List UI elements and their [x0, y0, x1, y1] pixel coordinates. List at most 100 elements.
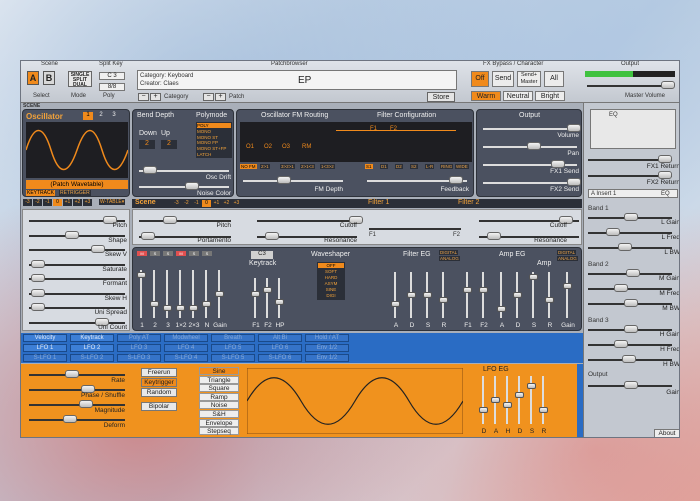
amp-eg-slider-4[interactable] — [563, 283, 572, 289]
filter1-resonance-slider[interactable] — [265, 232, 279, 240]
osc-param-slider-3[interactable] — [31, 259, 45, 268]
waveshaper-option-5[interactable]: DIGI — [318, 293, 344, 298]
output-fx2-slider[interactable] — [567, 178, 581, 186]
polymode-option-2[interactable]: MONO ST — [197, 135, 231, 140]
mod-source-row3-0[interactable]: S-LFO 1 — [23, 354, 67, 362]
lfo-shape-7[interactable]: Stepseq — [199, 427, 239, 436]
octave-0[interactable]: -3 — [172, 200, 181, 207]
mod-source-row2-2[interactable]: LFO 3 — [117, 344, 161, 352]
patch-prev-button[interactable]: − — [203, 93, 214, 101]
waveshaper-option-2[interactable]: HARD — [318, 275, 344, 280]
mod-source-row3-3[interactable]: S-LFO 4 — [164, 354, 208, 362]
osc-param-slider-6[interactable] — [31, 303, 45, 311]
mod-source-row2-4[interactable]: LFO 5 — [211, 344, 255, 352]
mixer-slider-6[interactable] — [215, 291, 224, 297]
fx1-return-slider[interactable] — [658, 155, 672, 163]
lfo-trigger-0[interactable]: Freerun — [141, 368, 177, 377]
mod-source-row3-6[interactable]: Env 1/2 — [305, 354, 349, 362]
scene-b-button[interactable]: B — [43, 71, 55, 85]
wavetable-selector[interactable]: (Patch Wavetable) — [26, 180, 128, 189]
lfo-shape-4[interactable]: Noise — [199, 401, 239, 410]
mod-source-row1-1[interactable]: Keytrack — [70, 334, 114, 342]
mod-source-row3-4[interactable]: S-LFO 5 — [211, 354, 255, 362]
mod-source-row2-0[interactable]: LFO 1 — [23, 344, 67, 352]
lfo-eg-slider-1[interactable] — [491, 397, 500, 403]
mod-source-row1-2[interactable]: Poly AT — [117, 334, 161, 342]
output-volume-slider[interactable] — [567, 124, 581, 132]
osc-drift-slider[interactable] — [143, 166, 157, 174]
mixer-mute-solo-0[interactable]: M — [137, 251, 147, 256]
mixer-slider-4[interactable] — [189, 305, 198, 311]
filter-config-option-1[interactable]: D1 — [380, 164, 388, 169]
fm-routing-option-3[interactable]: 2>1<3 — [300, 164, 315, 169]
wavetable-menu-button[interactable]: W-TABLE▾ — [99, 199, 126, 205]
mod-source-row2-5[interactable]: LFO 6 — [258, 344, 302, 352]
mixer-mute-solo-5[interactable]: S — [202, 251, 212, 256]
filter-eg-slider-4[interactable] — [463, 287, 472, 293]
mixer-slider-5[interactable] — [202, 301, 211, 307]
mixer-mute-solo-4[interactable]: S — [189, 251, 199, 256]
octave-1[interactable]: -2 — [182, 200, 191, 207]
patch-next-button[interactable]: + — [215, 93, 226, 101]
polymode-option-3[interactable]: MONO FP — [197, 140, 231, 145]
amp-eg-slider-1[interactable] — [513, 292, 522, 298]
keytrack-slider-1[interactable] — [263, 287, 272, 293]
polymode-option-5[interactable]: LATCH — [197, 152, 231, 157]
octave-1[interactable]: -2 — [33, 199, 42, 206]
mod-source-row2-1[interactable]: LFO 2 — [70, 344, 114, 352]
octave-2[interactable]: -1 — [43, 199, 52, 206]
amp-eg-slider-3[interactable] — [545, 297, 554, 303]
mod-source-row2-3[interactable]: LFO 4 — [164, 344, 208, 352]
about-button[interactable]: About — [654, 429, 679, 437]
character-warm-button[interactable]: Warm — [471, 91, 501, 101]
portamento-slider[interactable] — [141, 232, 155, 240]
lfo-eg-slider-4[interactable] — [527, 383, 536, 389]
keytrack-slider-0[interactable] — [251, 291, 260, 297]
octave-6[interactable]: +3 — [232, 200, 241, 207]
amp-eg-slider-0[interactable] — [497, 306, 506, 312]
split-key-value[interactable]: C 3 — [99, 72, 125, 80]
waveshaper-option-1[interactable]: SOFT — [318, 269, 344, 274]
mixer-slider-3[interactable] — [176, 305, 185, 311]
output-fx1-slider[interactable] — [551, 160, 565, 168]
mixer-mute-solo-3[interactable]: M — [176, 251, 186, 256]
fx-send-button[interactable]: Send — [492, 71, 514, 87]
amp-eg-analog[interactable]: ANALOG — [557, 256, 578, 261]
osc-1-button[interactable]: 1 — [83, 112, 93, 120]
octave-5[interactable]: +2 — [73, 199, 82, 206]
store-button[interactable]: Store — [427, 92, 455, 102]
filter-eg-digital[interactable]: DIGITAL — [439, 250, 459, 255]
octave-3[interactable]: 0 — [53, 199, 62, 206]
mod-source-row3-1[interactable]: S-LFO 2 — [70, 354, 114, 362]
polymode-option-1[interactable]: MONO — [197, 129, 231, 134]
octave-0[interactable]: -3 — [23, 199, 32, 206]
lfo-shape-5[interactable]: S&H — [199, 410, 239, 418]
mixer-mute-solo-2[interactable]: S — [163, 251, 173, 256]
osc-3-button[interactable]: 3 — [109, 112, 119, 120]
lfo-eg-slider-3[interactable] — [515, 392, 524, 398]
filter-config-option-4[interactable]: L-R — [425, 164, 435, 169]
output-pan-slider[interactable] — [527, 142, 541, 150]
filter-config-option-0[interactable]: S1 — [365, 164, 373, 169]
filter-eg-slider-1[interactable] — [407, 292, 416, 298]
waveshaper-option-0[interactable]: OFF — [318, 263, 344, 268]
lfo-shape-6[interactable]: Envelope — [199, 418, 239, 427]
waveshaper-option-3[interactable]: ASYM — [318, 281, 344, 286]
bend-up-value[interactable]: 2 — [161, 140, 177, 149]
filter-eg-analog[interactable]: ANALOG — [439, 256, 460, 261]
gain-slider[interactable] — [624, 381, 638, 389]
filter-eg-slider-5[interactable] — [479, 287, 488, 293]
octave-5[interactable]: +2 — [222, 200, 231, 207]
osc-2-button[interactable]: 2 — [96, 112, 106, 120]
mod-source-row1-4[interactable]: Breath — [211, 334, 255, 342]
mod-source-row1-0[interactable]: Velocity — [23, 334, 67, 342]
lfo-bipolar-button[interactable]: Bipolar — [141, 402, 177, 411]
mod-source-row3-5[interactable]: S-LFO 6 — [258, 354, 302, 362]
keytrack-root-value[interactable]: C3 — [251, 251, 273, 259]
fx-routing-display[interactable]: EQ — [590, 109, 676, 149]
keytrack-slider-2[interactable] — [275, 299, 284, 305]
lfo-shape-2[interactable]: Square — [199, 384, 239, 393]
lfo-shape-0[interactable]: Sine — [199, 367, 239, 375]
mod-source-row1-5[interactable]: Alt Bi — [258, 334, 302, 342]
insert-selector[interactable]: A Insert 1 EQ — [588, 189, 678, 198]
